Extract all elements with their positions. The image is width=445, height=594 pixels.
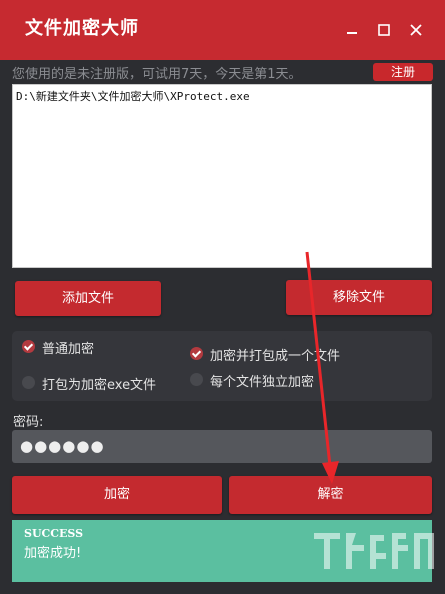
watermark-logo-icon xyxy=(314,533,434,569)
annotation-arrow-icon xyxy=(305,251,339,484)
